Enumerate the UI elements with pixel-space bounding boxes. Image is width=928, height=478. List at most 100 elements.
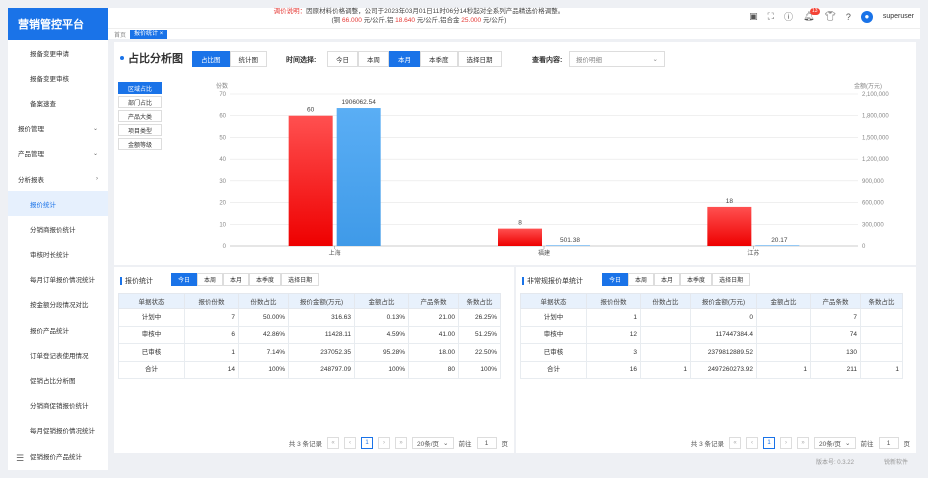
close-icon[interactable]: × — [160, 31, 164, 37]
table-cell — [860, 308, 903, 327]
sidebar-item[interactable]: 分销商促销报价统计 — [8, 393, 108, 418]
notice-text: (铜 — [331, 16, 341, 24]
quote-stats-table: 单据状态 报价份数 份数占比 报价金额(万元) 金额占比 产品条数 条数占比 计划中 7 50.0… — [118, 293, 501, 379]
table-cell: 7 — [184, 308, 239, 327]
sidebar-item-label: 分销商促销报价统计 — [30, 403, 89, 411]
bar-金额(万元)[interactable] — [755, 245, 800, 246]
tab-current[interactable]: 报价统计 × — [130, 29, 168, 39]
irregular-tab-4[interactable]: 选择日期 — [712, 273, 751, 286]
sidebar-item[interactable]: 产品管理 ⌄ — [8, 141, 108, 166]
collapse-menu-icon[interactable]: ☰ — [16, 453, 24, 464]
table-cell: 80 — [408, 360, 459, 379]
table-cell: 1 — [756, 360, 811, 379]
sidebar-item[interactable]: 促销占比分析图 — [8, 367, 108, 392]
sidebar-item-label: 促销报价产品统计 — [30, 453, 82, 461]
table-cell: 100% — [354, 360, 409, 379]
prev-page-icon[interactable]: ‹ — [344, 437, 356, 449]
bell-icon[interactable]: 🔔︎ 13 — [803, 8, 820, 22]
avatar[interactable]: ● — [860, 10, 873, 23]
page-size-select[interactable]: 20条/页 ⌄ — [412, 437, 454, 449]
view-tab-1[interactable]: 统计图 — [229, 51, 267, 67]
screenshot-icon[interactable]: ▣ — [749, 11, 758, 22]
help-icon[interactable]: ? — [846, 12, 851, 22]
quote-stats-tab-1[interactable]: 本周 — [197, 273, 224, 286]
y-tick-left: 40 — [219, 157, 226, 163]
sidebar-item-label: 产品管理 — [18, 151, 44, 159]
time-tab-1[interactable]: 本周 — [358, 51, 389, 67]
page-size-select[interactable]: 20条/页 ⌄ — [814, 437, 856, 449]
tab-home[interactable]: 首页 — [114, 30, 126, 39]
sidebar-item-label: 报价管理 — [18, 126, 44, 134]
info-icon[interactable]: ⓘ — [784, 10, 793, 23]
app-logo: 营销管控平台 — [8, 8, 108, 40]
sidebar-item[interactable]: 订单登记表使用情况 — [8, 342, 108, 367]
bar-份数[interactable] — [498, 228, 542, 246]
page-number[interactable]: 1 — [361, 437, 373, 449]
aluminum-price: 18.640 — [395, 16, 416, 24]
irregular-tab-1[interactable]: 本周 — [628, 273, 655, 286]
sidebar-item[interactable]: 报价统计 — [8, 191, 108, 217]
bar-份数[interactable] — [707, 206, 752, 246]
table-cell — [860, 343, 903, 362]
sidebar-item[interactable]: 报备变更审核 — [8, 65, 108, 90]
sidebar-item[interactable]: 审核时长统计 — [8, 242, 108, 267]
quote-stats-tab-2[interactable]: 本月 — [223, 273, 250, 286]
view-tab-0[interactable]: 占比图 — [192, 51, 230, 67]
dimension-tab-4[interactable]: 金额等级 — [118, 138, 162, 150]
prev-page-icon[interactable]: ‹ — [746, 437, 758, 449]
chevron-icon: › — [96, 175, 98, 182]
sidebar-item[interactable]: 报价产品统计 — [8, 317, 108, 342]
sidebar-item[interactable]: 分销商报价统计 — [8, 216, 108, 241]
page-number[interactable]: 1 — [763, 437, 775, 449]
quote-stats-time-tabs: 今日 本周 本月 本季度 选择日期 — [171, 273, 320, 286]
dimension-tab-3[interactable]: 项目类型 — [118, 124, 162, 136]
next-page-icon[interactable]: › — [780, 437, 792, 449]
irregular-tab-3[interactable]: 本季度 — [680, 273, 713, 286]
table-cell: 1 — [860, 360, 903, 379]
page-unit: 页 — [501, 441, 509, 448]
irregular-tab-2[interactable]: 本月 — [654, 273, 681, 286]
chevron-icon: ⌄ — [92, 150, 98, 157]
sidebar-item-label: 审核时长统计 — [30, 252, 69, 260]
irregular-tab-0[interactable]: 今日 — [602, 273, 629, 286]
sidebar-item[interactable]: 每月促销报价情况统计 — [8, 418, 108, 443]
content-select[interactable]: 报价明细 ⌄ — [569, 51, 665, 67]
first-page-icon[interactable]: « — [729, 437, 741, 449]
bar-金额(万元)[interactable] — [546, 245, 590, 246]
sidebar-item-label: 报备变更审核 — [30, 75, 69, 83]
sidebar-item[interactable]: 每月订单报价情况统计 — [8, 267, 108, 292]
next-page-icon[interactable]: › — [378, 437, 390, 449]
goto-input[interactable]: 1 — [878, 437, 899, 449]
goto-input[interactable]: 1 — [476, 437, 497, 449]
y-tick-right: 900,000 — [862, 179, 884, 185]
dimension-tab-2[interactable]: 产品大类 — [118, 110, 162, 122]
sidebar-item[interactable]: 备案速查 — [8, 90, 108, 115]
notice-text: 元/公斤,铝 — [363, 16, 394, 24]
username[interactable]: superuser — [883, 13, 914, 20]
fullscreen-icon[interactable]: ⛶ — [768, 11, 774, 22]
dimension-tab-0[interactable]: 区域占比 — [118, 82, 162, 94]
bar-chart: 份数 金额(万元) 0 10 20 30 40 50 60 70 0 300,000 600,000 90… — [216, 82, 889, 257]
quote-stats-tab-0[interactable]: 今日 — [171, 273, 198, 286]
total-records: 共 3 条记录 — [288, 441, 322, 448]
sidebar-item[interactable]: 报价管理 ⌄ — [8, 116, 108, 141]
y-tick-left: 50 — [219, 135, 226, 141]
sidebar-item[interactable]: 按金额分段情况对比 — [8, 292, 108, 317]
time-tab-4[interactable]: 选择日期 — [457, 51, 502, 67]
table-cell: 18.00 — [408, 343, 459, 362]
time-tab-0[interactable]: 今日 — [327, 51, 358, 67]
bar-金额(万元)[interactable] — [336, 108, 381, 246]
first-page-icon[interactable]: « — [327, 437, 339, 449]
sidebar-item[interactable]: 分析报表 › — [8, 166, 108, 191]
dimension-tab-1[interactable]: 部门占比 — [118, 96, 162, 108]
bar-份数[interactable] — [288, 115, 333, 246]
sidebar-item[interactable]: 报备变更申请 — [8, 40, 108, 65]
shirt-icon[interactable]: 👕︎ — [824, 11, 835, 22]
last-page-icon[interactable]: » — [395, 437, 407, 449]
last-page-icon[interactable]: » — [797, 437, 809, 449]
column-header: 条数占比 — [458, 293, 501, 309]
quote-stats-tab-3[interactable]: 本季度 — [249, 273, 282, 286]
time-tab-2[interactable]: 本月 — [389, 51, 420, 67]
time-tab-3[interactable]: 本季度 — [420, 51, 458, 67]
quote-stats-tab-4[interactable]: 选择日期 — [281, 273, 320, 286]
